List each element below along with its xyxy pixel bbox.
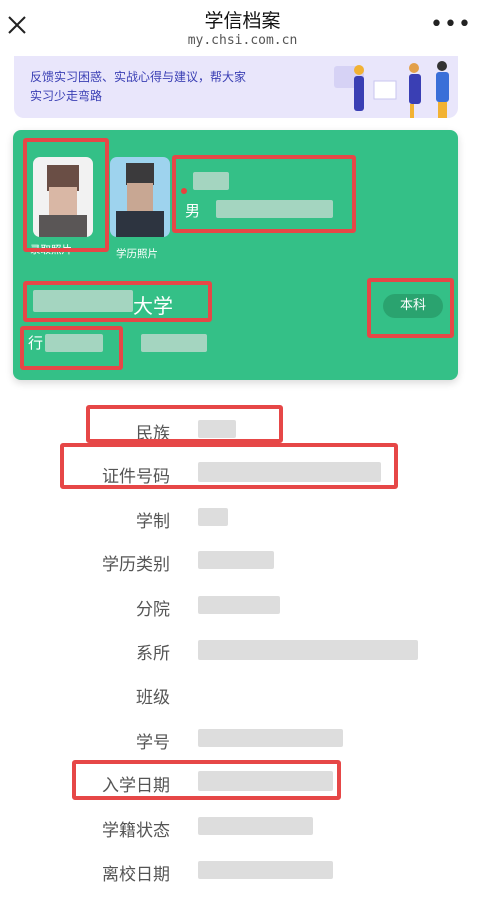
close-icon[interactable] [6, 14, 28, 36]
field-label-status: 学籍状态 [102, 821, 170, 841]
field-label-student-id: 学号 [136, 733, 170, 753]
photo2-label: 学历照片 [116, 248, 158, 260]
field-label-duration: 学制 [136, 512, 170, 532]
promo-banner[interactable]: 反馈实习困惑、实战心得与建议，帮大家 实习少走弯路 [14, 56, 458, 118]
top-bar: 学信档案 my.chsi.com.cn ••• [0, 0, 485, 56]
field-value-duration [198, 508, 228, 526]
banner-illustration [334, 61, 449, 118]
field-label-branch: 分院 [136, 600, 170, 620]
study-type-blur [141, 334, 207, 352]
highlight-university [23, 281, 212, 322]
highlight-admission-photo [23, 138, 109, 252]
field-label-department: 系所 [136, 644, 170, 664]
field-label-graduation-date: 离校日期 [102, 865, 170, 885]
page-title: 学信档案 [204, 10, 281, 32]
field-value-graduation-date [198, 861, 333, 879]
field-value-department [198, 640, 418, 660]
field-value-student-id [198, 729, 343, 747]
field-value-branch [198, 596, 280, 614]
page-url: my.chsi.com.cn [187, 33, 298, 48]
field-label-class: 班级 [136, 688, 170, 708]
field-label-education-type: 学历类别 [102, 555, 170, 575]
highlight-enrollment-date [72, 760, 341, 800]
more-icon[interactable]: ••• [430, 14, 472, 36]
field-value-status [198, 817, 313, 835]
banner-text-line2: 实习少走弯路 [30, 89, 103, 103]
diploma-photo[interactable] [110, 157, 170, 237]
highlight-ethnicity [86, 405, 283, 443]
highlight-name-gender [172, 155, 356, 233]
field-value-education-type [198, 551, 274, 569]
highlight-degree [367, 278, 454, 338]
banner-text-line1: 反馈实习困惑、实战心得与建议，帮大家 [30, 70, 247, 84]
highlight-major [20, 326, 123, 370]
highlight-id-number [60, 443, 398, 489]
